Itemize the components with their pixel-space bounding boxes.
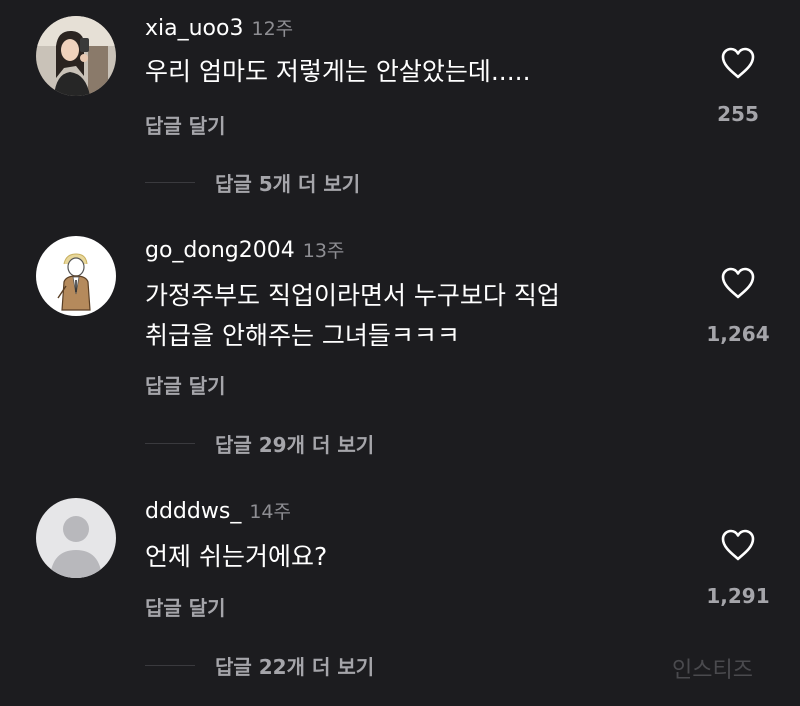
user-photo-avatar-icon xyxy=(36,16,116,96)
default-person-avatar-icon xyxy=(36,498,116,578)
comment-time: 12주 xyxy=(251,18,294,40)
divider-line xyxy=(145,182,195,183)
comment-text: 가정주부도 직업이라면서 누구보다 직업 취급을 안해주는 그녀들ㅋㅋㅋ xyxy=(145,276,665,356)
illustrated-figure-avatar-icon xyxy=(36,236,116,316)
username[interactable]: ddddws_ xyxy=(145,499,241,524)
comment-text: 우리 엄마도 저렇게는 안살았는데..... xyxy=(145,52,665,92)
view-replies-row: 답글 29개 더 보기 xyxy=(0,429,800,459)
comment-meta: go_dong2004 13주 xyxy=(145,236,344,263)
divider-line xyxy=(145,665,195,666)
view-replies-button[interactable]: 답글 29개 더 보기 xyxy=(215,429,374,458)
username[interactable]: xia_uoo3 xyxy=(145,16,243,41)
heart-icon[interactable] xyxy=(720,528,756,562)
like-count: 1,291 xyxy=(706,584,770,608)
view-replies-button[interactable]: 답글 5개 더 보기 xyxy=(215,168,360,197)
comment-text-line: 언제 쉬는거에요? xyxy=(145,542,328,571)
comment-time: 13주 xyxy=(302,240,345,262)
reply-button[interactable]: 답글 달기 xyxy=(145,592,226,621)
comments-page: xia_uoo3 12주 우리 엄마도 저렇게는 안살았는데..... 답글 달기… xyxy=(0,0,800,706)
heart-icon[interactable] xyxy=(720,46,756,80)
avatar[interactable] xyxy=(36,236,116,316)
like-group: 255 xyxy=(690,46,786,126)
like-group: 1,291 xyxy=(690,528,786,608)
comment-meta: xia_uoo3 12주 xyxy=(145,14,293,41)
view-replies-row: 답글 5개 더 보기 xyxy=(0,168,800,198)
view-replies-button[interactable]: 답글 22개 더 보기 xyxy=(215,651,374,680)
comment-time: 14주 xyxy=(249,501,291,523)
like-count: 255 xyxy=(717,102,759,126)
watermark: 인스티즈 xyxy=(672,658,753,683)
avatar[interactable] xyxy=(36,16,116,96)
like-count: 1,264 xyxy=(706,322,770,346)
like-group: 1,264 xyxy=(690,266,786,346)
heart-icon[interactable] xyxy=(720,266,756,300)
comment-text-line: 취급을 안해주는 그녀들ㅋㅋㅋ xyxy=(145,321,460,350)
reply-button[interactable]: 답글 달기 xyxy=(145,370,226,399)
comment-text-line: 가정주부도 직업이라면서 누구보다 직업 xyxy=(145,281,560,310)
reply-button[interactable]: 답글 달기 xyxy=(145,110,226,139)
username[interactable]: go_dong2004 xyxy=(145,238,295,263)
comment-meta: ddddws_ 14주 xyxy=(145,497,291,524)
comment-text: 언제 쉬는거에요? xyxy=(145,537,665,577)
avatar[interactable] xyxy=(36,498,116,578)
comment-text-line: 우리 엄마도 저렇게는 안살았는데..... xyxy=(145,57,531,86)
divider-line xyxy=(145,443,195,444)
